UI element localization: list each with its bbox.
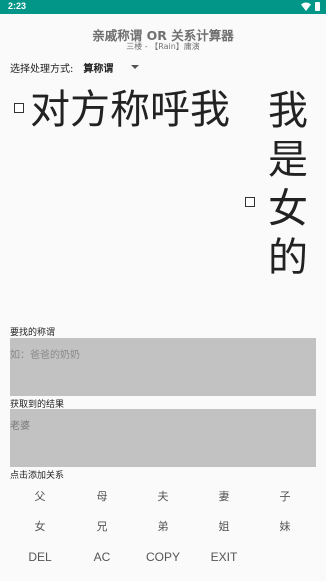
mode-label: 选择处理方式:: [10, 63, 74, 75]
key-mother[interactable]: 母: [71, 485, 133, 507]
key-younger-sister[interactable]: 妹: [254, 515, 316, 537]
key-elder-sister[interactable]: 姐: [193, 515, 255, 537]
key-daughter[interactable]: 女: [9, 515, 71, 537]
wifi-icon: [301, 2, 311, 11]
battery-icon: [315, 2, 320, 11]
result-field[interactable]: 老婆: [10, 409, 316, 467]
status-bar: 2:23: [0, 0, 326, 14]
key-wife[interactable]: 妻: [193, 485, 255, 507]
key-husband[interactable]: 夫: [132, 485, 194, 507]
checkbox-reverse[interactable]: [14, 103, 24, 113]
relation-input[interactable]: 如：爸爸的奶奶: [10, 338, 316, 396]
relation-input-placeholder: 如：爸爸的奶奶: [10, 350, 80, 361]
mode-row: 选择处理方式: 算称谓: [10, 60, 140, 75]
mode-spinner-value: 算称谓: [83, 63, 114, 75]
key-son[interactable]: 子: [254, 485, 316, 507]
status-icons: [301, 2, 320, 11]
delete-button[interactable]: DEL: [9, 546, 71, 568]
mode-spinner[interactable]: 算称谓: [83, 60, 140, 75]
checkbox-female[interactable]: [245, 197, 255, 207]
relation-direction-text: 对方称呼我: [30, 87, 230, 133]
copy-button[interactable]: COPY: [132, 546, 194, 568]
exit-button[interactable]: EXIT: [193, 546, 255, 568]
dropdown-arrow-icon: [131, 65, 140, 69]
find-label: 要找的称谓: [10, 328, 56, 338]
result-value: 老婆: [10, 421, 30, 432]
add-relation-label: 点击添加关系: [10, 471, 65, 481]
gender-text: 我是女的: [261, 89, 307, 285]
key-younger-brother[interactable]: 弟: [132, 515, 194, 537]
app-subtitle: 三楼 - 【Rain】庸演: [126, 42, 200, 51]
key-father[interactable]: 父: [9, 485, 71, 507]
status-time: 2:23: [8, 1, 27, 11]
key-elder-brother[interactable]: 兄: [71, 515, 133, 537]
clear-all-button[interactable]: AC: [71, 546, 133, 568]
